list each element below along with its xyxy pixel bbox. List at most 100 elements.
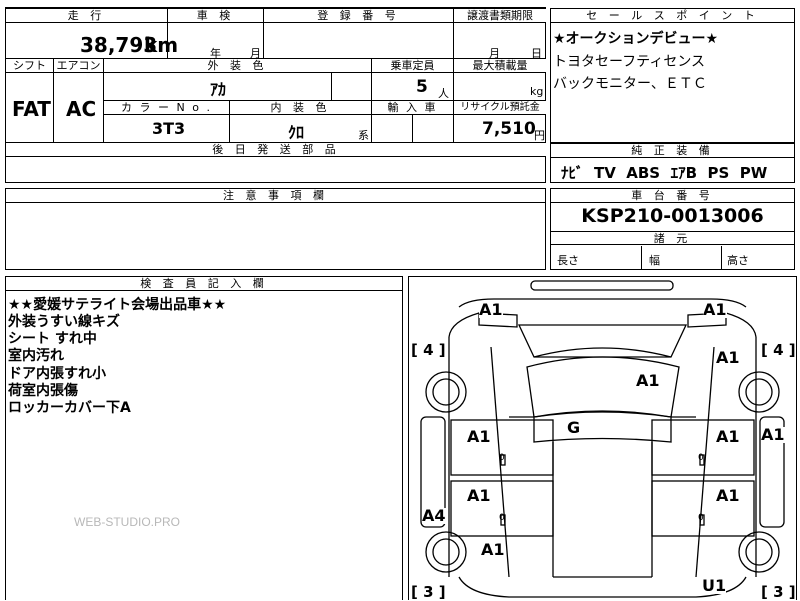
mark-rocker-left: A4 [422, 506, 446, 525]
color-no-header: カ ラ ー N o . [104, 101, 230, 115]
mark-hood-right: A1 [716, 348, 740, 367]
watermark: WEB-STUDIO.PRO [74, 515, 181, 529]
interior-header: 内 装 色 [230, 101, 372, 115]
mark-door-rl: A1 [467, 486, 491, 505]
notes-header: 注 意 事 項 欄 [6, 189, 545, 203]
inspector-line-4: 室内汚れ [8, 348, 64, 364]
dims-divider [641, 246, 642, 270]
interior-value: ｸﾛ [288, 123, 305, 142]
mark-rear-bottom-right: U1 [702, 576, 727, 595]
mark-door-fl: A1 [467, 427, 491, 446]
mileage-cell: 38,793 km [6, 23, 178, 59]
equipment-header: 純 正 装 備 [551, 144, 794, 158]
interior-unit: 系 [358, 129, 369, 142]
equipment-item: PW [739, 164, 768, 182]
ac-value: AC [66, 97, 97, 121]
equipment-item: ﾅﾋﾞ [561, 164, 584, 182]
handle-mark: 0 [499, 453, 505, 463]
interior-cell: ｸﾛ 系 [230, 115, 372, 143]
ac-cell: AC [54, 73, 104, 143]
maxload-unit: kg [530, 85, 544, 98]
inspector-box: 検 査 員 記 入 欄 ★★愛媛サテライト会場出品車★★ 外装うすい線キズ シー… [5, 276, 403, 600]
capacity-value: 5 [416, 77, 428, 97]
registration-header: 登 録 番 号 [264, 9, 454, 23]
chassis-value: KSP210-0013006 [581, 205, 764, 227]
recycle-unit: 円 [534, 129, 545, 142]
shaken-cell: 年 月 [168, 23, 264, 60]
inspector-line-6: 荷室内張傷 [8, 383, 78, 399]
sales-line-2: トヨタセーフティセンス [553, 54, 706, 70]
mark-front-right: A1 [703, 300, 727, 319]
equipment-item: PS [707, 164, 730, 182]
bracket-left-tire: [ 4 ] [411, 341, 446, 359]
inspector-line-5: ドア内張すれ小 [8, 366, 106, 382]
maxload-header: 最大積載量 [454, 59, 546, 73]
mark-windshield: G [567, 418, 581, 437]
length-label: 長さ [557, 254, 579, 267]
transfer-header: 譲渡書類期限 [454, 9, 546, 23]
inspector-line-3: シート すれ中 [8, 331, 97, 347]
inspector-line-7: ロッカーカバー下A [8, 400, 131, 416]
bracket-rear-left-tire: [ 3 ] [411, 583, 446, 601]
capacity-unit: 人 [438, 87, 449, 100]
recycle-cell: 7,510 円 [454, 115, 546, 143]
height-label: 高さ [727, 254, 749, 267]
shift-cell: FAT [6, 73, 54, 143]
handle-mark: 0 [698, 453, 704, 463]
handle-mark: 0 [698, 513, 704, 523]
vehicle-info-table: 走 行 車 検 登 録 番 号 譲渡書類期限 38,793 km 年 月 月 日… [5, 8, 546, 183]
mark-door-rr: A1 [716, 486, 740, 505]
sales-line-1: ★オークションデビュー★ [553, 31, 719, 47]
shift-value: FAT [12, 97, 51, 121]
ac-header: エアコン [54, 59, 104, 73]
bracket-rear-right-tire: [ 3 ] [761, 583, 796, 601]
exterior-cell: ｱｶ [104, 73, 332, 101]
chassis-header: 車 台 番 号 [551, 189, 794, 203]
capacity-cell: 5 人 [372, 73, 454, 101]
inspector-line-2: 外装うすい線キズ [8, 314, 120, 330]
car-diagram-box: A1 A1 [ 4 ] [ 4 ] A1 A1 G A1 A1 A1 A1 A1… [408, 276, 797, 601]
handle-mark: 0 [499, 513, 505, 523]
mark-rear-left: A1 [481, 540, 505, 559]
equipment-item: ABS [626, 164, 661, 182]
inspector-line-1: ★★愛媛サテライト会場出品車★★ [8, 297, 227, 313]
mark-rear-right-tire: 3 [773, 583, 784, 601]
equipment-item: TV [593, 164, 616, 182]
exterior-suffix-cell [332, 73, 372, 101]
exterior-value: ｱｶ [210, 80, 227, 99]
registration-cell [264, 23, 454, 59]
mark-rear-left-tire: 3 [423, 583, 434, 601]
parts-header: 後 日 発 送 部 品 [6, 143, 546, 157]
equipment-list: ﾅﾋﾞ TV ABS ｴｱB PS PW [561, 162, 767, 183]
width-label: 幅 [649, 254, 660, 267]
recycle-value: 7,510 [482, 119, 536, 139]
exterior-header: 外 装 色 [104, 59, 372, 73]
mark-door-fr: A1 [716, 427, 740, 446]
sales-point-box: セ ー ル ス ポ イ ン ト ★オークションデビュー★ トヨタセーフティセンス… [550, 8, 795, 143]
top-strip [5, 0, 546, 8]
color-no-value: 3T3 [152, 119, 186, 138]
chassis-box: 車 台 番 号 KSP210-0013006 諸 元 長さ 幅 高さ [550, 188, 795, 270]
equipment-item: ｴｱB [670, 164, 698, 182]
shift-header: シフト [6, 59, 54, 73]
color-no-cell: 3T3 [104, 115, 230, 143]
mark-left-tire: 4 [423, 341, 434, 359]
sales-line-3: バックモニター、ＥＴＣ [553, 76, 707, 92]
notes-box: 注 意 事 項 欄 [5, 188, 546, 270]
mark-roof: A1 [636, 371, 660, 390]
sales-point-header: セ ー ル ス ポ イ ン ト [551, 9, 794, 23]
mark-right-tire: 4 [773, 341, 784, 359]
import-cell-a [372, 115, 413, 143]
dims-header: 諸 元 [551, 231, 794, 245]
equipment-box: 純 正 装 備 ﾅﾋﾞ TV ABS ｴｱB PS PW [550, 143, 795, 183]
inspector-header: 検 査 員 記 入 欄 [6, 277, 402, 291]
bracket-right-tire: [ 4 ] [761, 341, 796, 359]
dims-divider [721, 246, 722, 270]
mark-door-right-outer: A1 [761, 425, 785, 444]
import-cell-b [413, 115, 454, 143]
transfer-cell: 月 日 [454, 23, 546, 60]
mileage-header: 走 行 [6, 9, 168, 23]
recycle-header: リサイクル預託金 [454, 101, 546, 115]
capacity-header: 乗車定員 [372, 59, 454, 73]
import-header: 輸 入 車 [372, 101, 454, 115]
